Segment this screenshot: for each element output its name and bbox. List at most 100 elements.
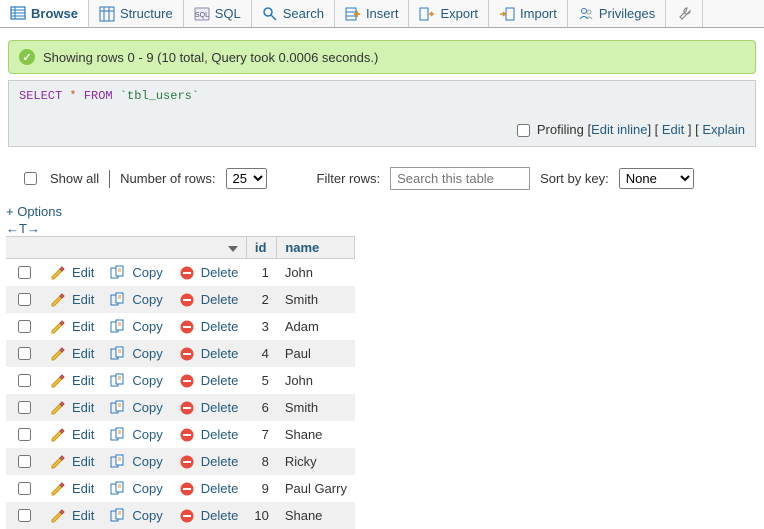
table-row: Edit Copy Delete 10 Shane xyxy=(6,502,355,529)
row-edit-link[interactable]: Edit xyxy=(50,265,94,281)
row-edit-link[interactable]: Edit xyxy=(50,400,94,416)
row-checkbox[interactable] xyxy=(18,266,31,279)
row-checkbox[interactable] xyxy=(18,509,31,522)
table-row: Edit Copy Delete 1 John xyxy=(6,259,355,287)
row-delete-link[interactable]: Delete xyxy=(179,427,239,443)
row-copy-link[interactable]: Copy xyxy=(110,319,162,335)
row-delete-link[interactable]: Delete xyxy=(179,346,239,362)
row-edit-link[interactable]: Edit xyxy=(50,481,94,497)
row-copy-label: Copy xyxy=(132,508,162,523)
copy-icon xyxy=(110,346,126,362)
row-delete-link[interactable]: Delete xyxy=(179,481,239,497)
cell-name: Shane xyxy=(277,502,355,529)
num-rows-select[interactable]: 25 xyxy=(226,168,267,189)
row-edit-link[interactable]: Edit xyxy=(50,508,94,524)
row-copy-link[interactable]: Copy xyxy=(110,292,162,308)
row-copy-link[interactable]: Copy xyxy=(110,481,162,497)
tab-browse[interactable]: Browse xyxy=(0,0,89,27)
row-checkbox[interactable] xyxy=(18,320,31,333)
row-copy-label: Copy xyxy=(132,346,162,361)
row-edit-link[interactable]: Edit xyxy=(50,427,94,443)
show-all-label: Show all xyxy=(50,171,99,186)
pencil-icon xyxy=(50,454,66,470)
sql-table-name: `tbl_users` xyxy=(120,89,199,103)
row-delete-link[interactable]: Delete xyxy=(179,454,239,470)
tab-more[interactable] xyxy=(666,0,703,27)
row-copy-link[interactable]: Copy xyxy=(110,373,162,389)
row-edit-link[interactable]: Edit xyxy=(50,373,94,389)
row-copy-label: Copy xyxy=(132,319,162,334)
table-row: Edit Copy Delete 2 Smith xyxy=(6,286,355,313)
tab-search[interactable]: Search xyxy=(252,0,335,27)
filter-rows-input[interactable] xyxy=(390,167,530,190)
num-rows-label: Number of rows: xyxy=(120,171,215,186)
row-delete-link[interactable]: Delete xyxy=(179,319,239,335)
copy-icon xyxy=(110,481,126,497)
cell-name: John xyxy=(277,259,355,287)
browse-icon xyxy=(10,5,26,21)
row-copy-link[interactable]: Copy xyxy=(110,400,162,416)
cell-id: 10 xyxy=(246,502,276,529)
tab-export[interactable]: Export xyxy=(409,0,489,27)
pencil-icon xyxy=(50,481,66,497)
row-copy-link[interactable]: Copy xyxy=(110,508,162,524)
tab-insert[interactable]: Insert xyxy=(335,0,410,27)
row-delete-link[interactable]: Delete xyxy=(179,292,239,308)
cell-name: Shane xyxy=(277,421,355,448)
row-delete-link[interactable]: Delete xyxy=(179,265,239,281)
row-edit-link[interactable]: Edit xyxy=(50,454,94,470)
row-edit-link[interactable]: Edit xyxy=(50,319,94,335)
row-delete-link[interactable]: Delete xyxy=(179,508,239,524)
row-checkbox[interactable] xyxy=(18,401,31,414)
tab-label: Import xyxy=(520,6,557,21)
row-checkbox[interactable] xyxy=(18,455,31,468)
table-row: Edit Copy Delete 7 Shane xyxy=(6,421,355,448)
sql-star: * xyxy=(69,89,76,103)
table-row: Edit Copy Delete 8 Ricky xyxy=(6,448,355,475)
copy-icon xyxy=(110,319,126,335)
row-copy-link[interactable]: Copy xyxy=(110,346,162,362)
show-all-checkbox[interactable] xyxy=(24,172,37,185)
row-checkbox[interactable] xyxy=(18,428,31,441)
row-edit-link[interactable]: Edit xyxy=(50,292,94,308)
tab-import[interactable]: Import xyxy=(489,0,568,27)
delete-icon xyxy=(179,400,195,416)
row-checkbox[interactable] xyxy=(18,293,31,306)
edit-link[interactable]: Edit xyxy=(662,122,684,137)
tab-sql[interactable]: SQL SQL xyxy=(184,0,252,27)
tab-label: Browse xyxy=(31,6,78,21)
row-edit-link[interactable]: Edit xyxy=(50,346,94,362)
row-copy-link[interactable]: Copy xyxy=(110,454,162,470)
row-edit-label: Edit xyxy=(72,292,94,307)
edit-inline-link[interactable]: Edit inline xyxy=(591,122,647,137)
delete-icon xyxy=(179,481,195,497)
row-checkbox[interactable] xyxy=(18,482,31,495)
sort-caret-icon[interactable] xyxy=(228,246,238,252)
row-edit-label: Edit xyxy=(72,508,94,523)
row-copy-label: Copy xyxy=(132,400,162,415)
tab-structure[interactable]: Structure xyxy=(89,0,184,27)
options-toggle[interactable]: + Options xyxy=(6,204,62,219)
row-edit-label: Edit xyxy=(72,346,94,361)
tab-privileges[interactable]: Privileges xyxy=(568,0,666,27)
explain-link[interactable]: Explain xyxy=(702,122,745,137)
row-copy-label: Copy xyxy=(132,427,162,442)
row-copy-link[interactable]: Copy xyxy=(110,265,162,281)
column-header-id[interactable]: id xyxy=(246,237,276,259)
row-delete-link[interactable]: Delete xyxy=(179,400,239,416)
sql-query-box: SELECT * FROM `tbl_users` Profiling [Edi… xyxy=(8,80,756,147)
tab-label: Privileges xyxy=(599,6,655,21)
row-delete-link[interactable]: Delete xyxy=(179,373,239,389)
sort-icons[interactable]: ←T→ xyxy=(6,221,40,236)
sort-by-key-select[interactable]: None xyxy=(619,168,694,189)
row-checkbox[interactable] xyxy=(18,347,31,360)
row-checkbox[interactable] xyxy=(18,374,31,387)
column-header-name[interactable]: name xyxy=(277,237,355,259)
results-table: id name Edit Copy xyxy=(6,236,355,529)
structure-icon xyxy=(99,6,115,22)
row-delete-label: Delete xyxy=(201,508,239,523)
row-copy-link[interactable]: Copy xyxy=(110,427,162,443)
profiling-checkbox[interactable] xyxy=(517,124,530,137)
cell-id: 2 xyxy=(246,286,276,313)
actions-header xyxy=(6,237,246,259)
